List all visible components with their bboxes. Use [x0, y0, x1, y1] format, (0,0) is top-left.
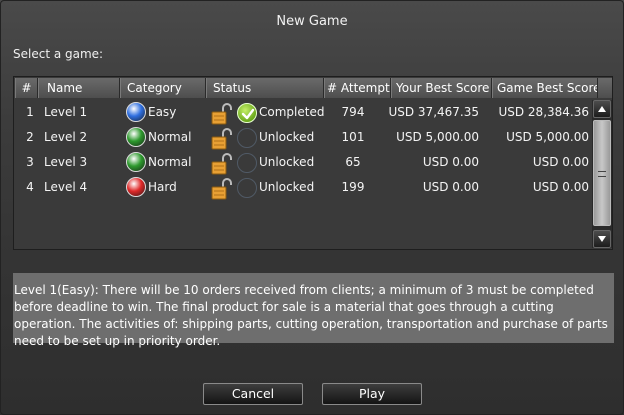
play-button[interactable]: Play — [322, 383, 422, 405]
your-best-score-value: USD 37,467.35 — [388, 105, 479, 119]
category-ball-icon — [126, 152, 146, 172]
open-padlock-icon — [211, 178, 235, 200]
category-label: Normal — [148, 155, 192, 169]
empty-circle-icon — [237, 178, 257, 198]
category-ball-icon — [126, 127, 146, 147]
open-padlock-icon — [211, 153, 235, 175]
category-ball-icon — [126, 177, 146, 197]
level-description: Level 1(Easy): There will be 10 orders r… — [13, 273, 614, 348]
table-row[interactable]: 4 Level 4 Hard Unlocked 199 USD 0.00 USD 0.00 — [15, 175, 589, 200]
scroll-thumb[interactable] — [593, 120, 611, 226]
scroll-up-button[interactable] — [593, 100, 611, 118]
game-best-score-value: USD 0.00 — [532, 180, 589, 194]
row-number: 3 — [26, 155, 34, 169]
table-scrollbar[interactable] — [592, 100, 612, 248]
level-name: Level 1 — [44, 105, 88, 119]
arrow-up-icon — [598, 106, 606, 112]
row-number: 4 — [26, 180, 34, 194]
column-header-your-best-score[interactable]: Your Best Score — [391, 78, 492, 98]
attempts-value: 794 — [341, 105, 365, 119]
games-table: # Name Category Status # Attempts Your B… — [13, 76, 613, 250]
column-header-attempts[interactable]: # Attempts — [324, 78, 391, 98]
column-header-category[interactable]: Category — [120, 78, 206, 98]
level-name: Level 4 — [44, 180, 88, 194]
your-best-score-value: USD 0.00 — [422, 180, 479, 194]
your-best-score-value: USD 0.00 — [422, 155, 479, 169]
empty-circle-icon — [237, 128, 257, 148]
table-header: # Name Category Status # Attempts Your B… — [15, 78, 612, 98]
select-game-label: Select a game: — [13, 47, 104, 61]
attempts-value: 199 — [341, 180, 365, 194]
column-header-game-best-score[interactable]: Game Best Score — [492, 78, 598, 98]
category-label: Easy — [148, 105, 177, 119]
level-name: Level 2 — [44, 130, 88, 144]
level-name: Level 3 — [44, 155, 88, 169]
empty-circle-icon — [237, 153, 257, 173]
column-header-number[interactable]: # — [15, 78, 38, 98]
column-header-status[interactable]: Status — [206, 78, 324, 98]
scroll-down-button[interactable] — [593, 230, 611, 248]
table-row[interactable]: 2 Level 2 Normal Unlocked 101 USD 5,000.00 USD… — [15, 125, 589, 150]
category-label: Normal — [148, 130, 192, 144]
game-best-score-value: USD 0.00 — [532, 155, 589, 169]
status-label: Unlocked — [259, 130, 315, 144]
open-padlock-icon — [211, 103, 235, 125]
new-game-dialog: New Game Select a game: # Name Category … — [0, 0, 624, 415]
table-row[interactable]: 3 Level 3 Normal Unlocked 65 USD 0.00 USD 0.00 — [15, 150, 589, 175]
table-row[interactable]: 1 Level 1 Easy Completed 794 USD 37,467.35 USD… — [15, 100, 589, 125]
open-padlock-icon — [211, 128, 235, 150]
attempts-value: 65 — [345, 155, 361, 169]
category-ball-icon — [126, 102, 146, 122]
arrow-down-icon — [598, 236, 606, 242]
table-body: 1 Level 1 Easy Completed 794 USD 37,467.35 USD… — [15, 100, 589, 200]
game-best-score-value: USD 28,384.36 — [498, 105, 589, 119]
game-best-score-value: USD 5,000.00 — [506, 130, 589, 144]
status-label: Unlocked — [259, 180, 315, 194]
category-label: Hard — [148, 180, 177, 194]
status-label: Unlocked — [259, 155, 315, 169]
attempts-value: 101 — [341, 130, 365, 144]
dialog-title: New Game — [276, 14, 348, 29]
cancel-button[interactable]: Cancel — [203, 383, 303, 405]
row-number: 1 — [26, 105, 34, 119]
row-number: 2 — [26, 130, 34, 144]
your-best-score-value: USD 5,000.00 — [396, 130, 479, 144]
column-header-name[interactable]: Name — [38, 78, 120, 98]
grip-icon — [598, 171, 606, 177]
status-label: Completed — [259, 105, 325, 119]
checkmark-icon — [237, 103, 257, 123]
